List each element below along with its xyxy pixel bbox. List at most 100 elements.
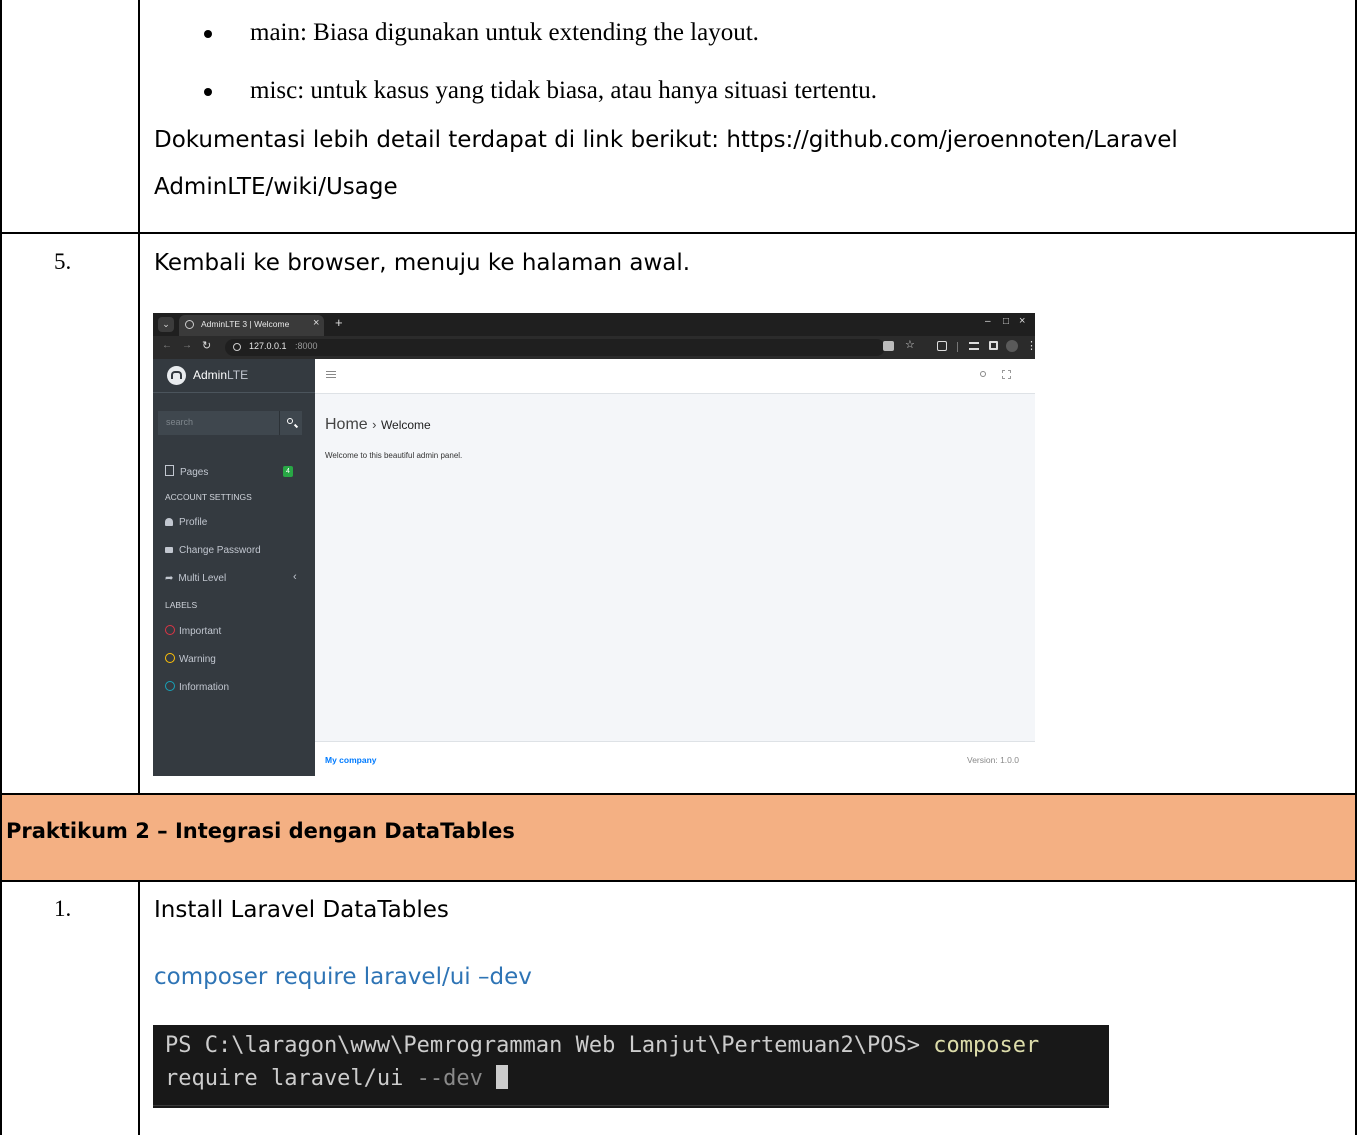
admin-top-navbar (315, 359, 1035, 394)
search-icon-handle (293, 423, 299, 429)
file-icon (165, 465, 174, 476)
pages-badge: 4 (283, 466, 293, 477)
row-divider (0, 880, 1357, 882)
extensions-icon[interactable] (937, 341, 947, 351)
side-panel-icon[interactable] (989, 341, 998, 350)
browser-tab-bar: ⌄ AdminLTE 3 | Welcome × + – □ × (153, 313, 1035, 336)
url-host: 127.0.0.1 (249, 341, 287, 351)
new-tab-icon[interactable]: + (335, 315, 343, 330)
column-divider (138, 0, 140, 793)
sidebar-item-profile[interactable]: Profile (165, 517, 207, 528)
terminal-line-2: require laravel/ui --dev (165, 1065, 509, 1091)
admin-sidebar: AdminLTE search Pages 4 ACCOUNT SETTINGS… (153, 359, 315, 776)
fullscreen-icon[interactable] (1002, 370, 1011, 379)
sidebar-item-information[interactable]: Information (165, 681, 229, 693)
breadcrumb-page: Welcome (380, 418, 431, 432)
sidebar-item-label: Pages (180, 467, 209, 478)
menu-icon[interactable]: ⋮ (1026, 339, 1035, 352)
sidebar-item-change-password[interactable]: Change Password (165, 545, 261, 556)
sidebar-search: search (158, 411, 302, 435)
terminal-cursor (496, 1065, 509, 1089)
terminal-screenshot: PS C:\laragon\www\Pemrogramman Web Lanju… (153, 1025, 1109, 1108)
navbar-search-icon[interactable] (980, 371, 986, 377)
footer-company-link[interactable]: My company (325, 755, 377, 765)
bullet-text-misc: misc: untuk kasus yang tidak biasa, atau… (250, 77, 877, 104)
content-header: Home › Welcome (325, 416, 431, 434)
globe-icon (185, 320, 194, 329)
tab-title: AdminLTE 3 | Welcome (201, 319, 290, 329)
sidebar-item-label: Information (179, 682, 230, 693)
step-number: 1. (54, 896, 72, 921)
brand-name: AdminLTE (193, 368, 249, 382)
forward-icon[interactable]: → (182, 340, 192, 351)
brand-link[interactable]: AdminLTE (153, 359, 315, 393)
sidebar-item-important[interactable]: Important (165, 625, 221, 637)
url-field[interactable]: 127.0.0.1 :8000 (225, 339, 885, 356)
terminal-bottom-border (153, 1105, 1109, 1106)
url-port: :8000 (295, 341, 318, 351)
search-input[interactable]: search (158, 411, 279, 435)
circle-icon (165, 653, 175, 663)
sidebar-item-label: Important (179, 626, 222, 637)
bullet-point (204, 30, 212, 38)
circle-icon (165, 681, 175, 691)
browser-tab[interactable]: AdminLTE 3 | Welcome × (179, 315, 324, 336)
sidebar-item-multi-level[interactable]: ➦ Multi Level (165, 573, 226, 584)
translate-icon[interactable] (883, 341, 894, 351)
maximize-icon[interactable]: □ (1003, 316, 1009, 327)
welcome-text: Welcome to this beautiful admin panel. (325, 451, 463, 460)
minimize-icon[interactable]: – (985, 316, 991, 327)
sidebar-item-warning[interactable]: Warning (165, 653, 216, 665)
breadcrumb-home: Home (325, 416, 368, 433)
table-border-left (0, 0, 2, 1135)
docs-text-line1: Dokumentasi lebih detail terdapat di lin… (154, 127, 1178, 153)
section-title: Praktikum 2 – Integrasi dengan DataTable… (6, 819, 515, 843)
command-text: composer require laravel/ui –dev (154, 964, 532, 990)
breadcrumb-separator: › (372, 417, 377, 432)
browser-address-bar: ← → ↻ 127.0.0.1 :8000 ☆ ⋮ (153, 336, 1035, 359)
toolbar-divider (957, 342, 958, 352)
bullet-point (204, 88, 212, 96)
sidebar-item-label: Warning (179, 654, 216, 665)
brand-logo-glyph (171, 371, 182, 379)
circle-icon (165, 625, 175, 635)
column-divider (138, 880, 140, 1135)
profile-avatar-icon[interactable] (1006, 340, 1018, 352)
sidebar-item-label: Multi Level (178, 573, 227, 584)
close-window-icon[interactable]: × (1019, 315, 1025, 327)
section-header: Praktikum 2 – Integrasi dengan DataTable… (2, 795, 1355, 880)
site-info-icon (233, 343, 241, 351)
star-icon[interactable]: ☆ (905, 338, 915, 351)
terminal-line-1: PS C:\laragon\www\Pemrogramman Web Lanju… (165, 1033, 1039, 1058)
reload-icon[interactable]: ↻ (202, 339, 211, 352)
hamburger-icon-middle (326, 374, 336, 376)
user-icon (165, 518, 173, 526)
back-icon[interactable]: ← (162, 340, 172, 351)
sidebar-item-pages[interactable]: Pages (165, 465, 208, 478)
reading-list-icon[interactable] (969, 342, 979, 350)
sidebar-item-label: Profile (179, 517, 208, 528)
sidebar-header-labels: LABELS (165, 600, 198, 610)
tab-search-button[interactable]: ⌄ (158, 317, 174, 332)
bullet-text-main: main: Biasa digunakan untuk extending th… (250, 19, 759, 46)
lock-icon (165, 547, 173, 553)
sidebar-item-label: Change Password (179, 545, 261, 556)
search-icon (287, 418, 293, 424)
chevron-left-icon[interactable]: ‹ (293, 571, 297, 583)
tab-close-icon[interactable]: × (313, 317, 319, 329)
share-icon: ➦ (165, 573, 174, 584)
row-divider (0, 232, 1357, 234)
footer-version: Version: 1.0.0 (967, 755, 1019, 765)
browser-screenshot: ⌄ AdminLTE 3 | Welcome × + – □ × ← → ↻ 1… (153, 313, 1035, 776)
admin-footer: My company Version: 1.0.0 (315, 741, 1035, 776)
terminal-prompt: PS C:\laragon\www\Pemrogramman Web Lanju… (165, 1033, 920, 1058)
terminal-flag: --dev (416, 1066, 483, 1091)
step-text: Install Laravel DataTables (154, 897, 449, 923)
step-text: Kembali ke browser, menuju ke halaman aw… (154, 250, 691, 276)
sidebar-header-account: ACCOUNT SETTINGS (165, 492, 252, 502)
terminal-args: require laravel/ui (165, 1066, 404, 1091)
terminal-command: composer (933, 1033, 1040, 1058)
step-number: 5. (54, 249, 72, 274)
search-button[interactable] (279, 411, 302, 435)
docs-text-line2: AdminLTE/wiki/Usage (154, 174, 398, 200)
